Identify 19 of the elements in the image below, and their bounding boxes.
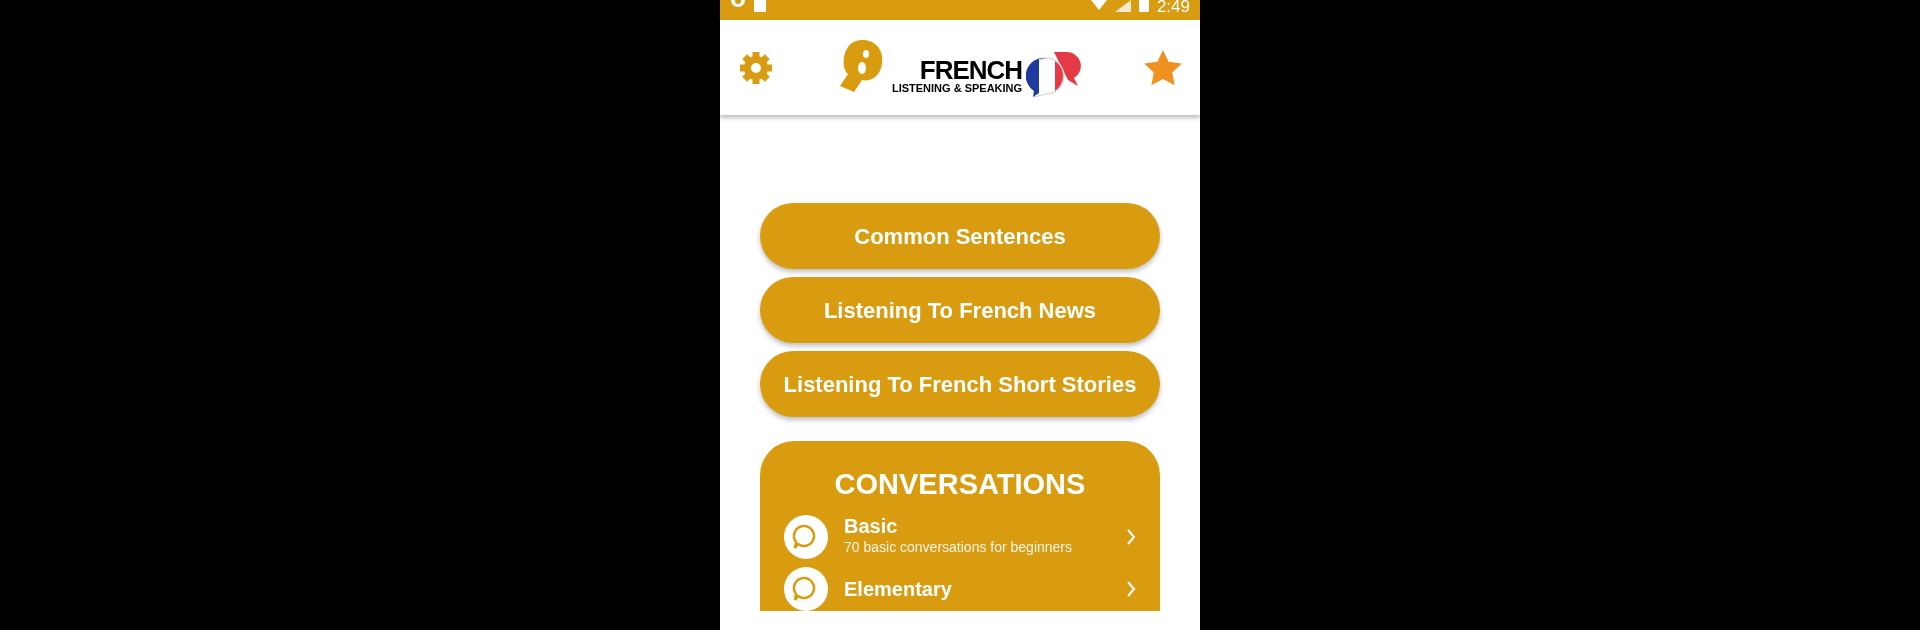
clock-time: 2:49 [1156, 0, 1190, 14]
logo-title: FRENCH [919, 56, 1023, 83]
sd-card-icon [754, 0, 766, 12]
chat-bubbles-icon [784, 514, 828, 559]
section-title: CONVERSATIONS [833, 467, 1087, 502]
battery-icon [1138, 0, 1149, 12]
star-icon[interactable] [1144, 49, 1182, 86]
conversation-item[interactable]: Basic 70 basic conversations for beginners [844, 515, 1110, 558]
flag-speech-bubbles-icon [1026, 49, 1083, 98]
menu-button[interactable]: Listening To French News [760, 277, 1160, 343]
menu-button[interactable]: Common Sentences [760, 203, 1160, 269]
chevron-right-icon [1126, 579, 1136, 598]
logo-subtitle: LISTENING & SPEAKING [891, 82, 1023, 94]
wifi-icon [1090, 0, 1107, 10]
signal-icon [1114, 0, 1131, 12]
settings-icon[interactable] [738, 49, 774, 86]
chevron-right-icon [1126, 527, 1136, 546]
conversation-item[interactable]: Elementary [844, 577, 1110, 600]
menu-button[interactable]: Listening To French Short Stories [760, 351, 1160, 417]
